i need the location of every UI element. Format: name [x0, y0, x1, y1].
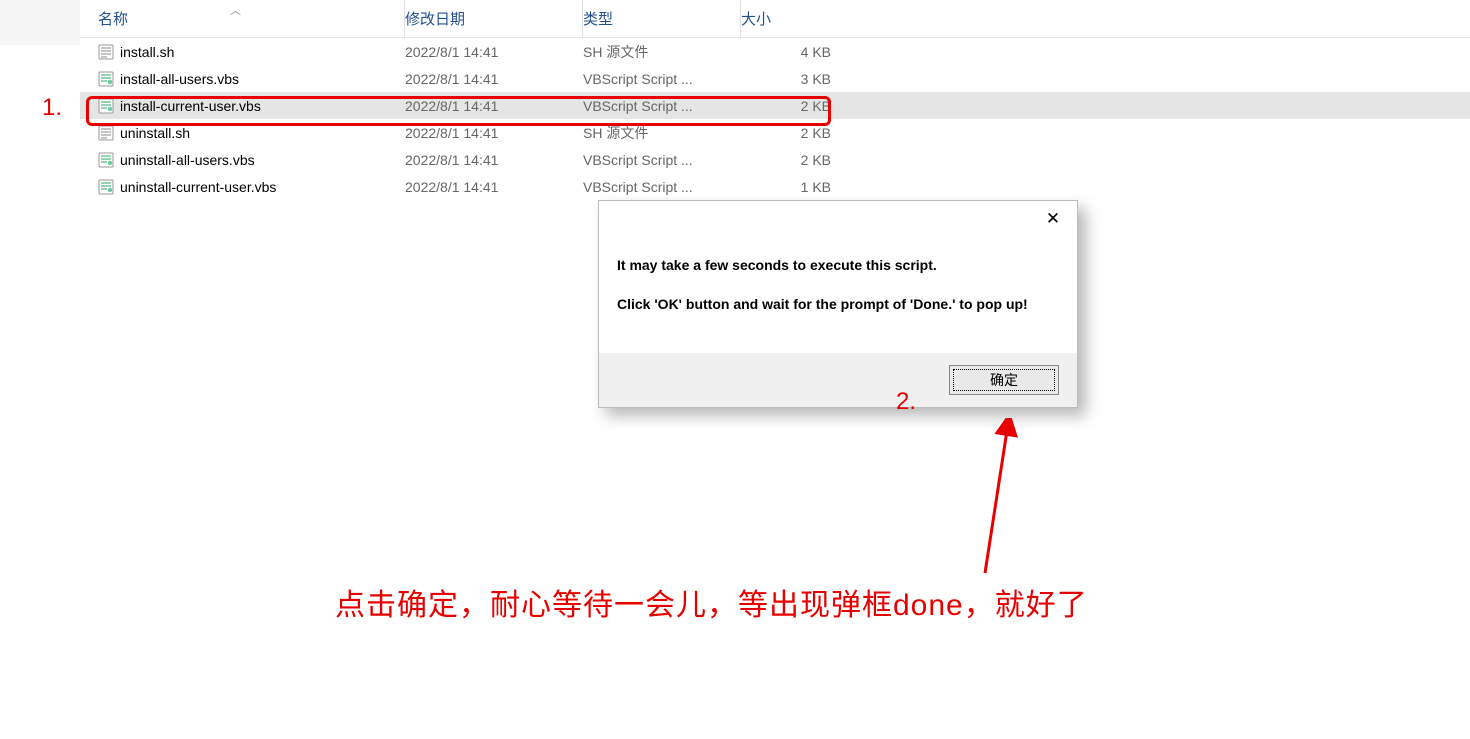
dialog-titlebar: ✕: [599, 201, 1077, 237]
column-header-date-label: 修改日期: [405, 8, 465, 29]
file-size: 1 KB: [741, 179, 841, 195]
sh-file-icon: [98, 44, 114, 60]
sh-file-icon: [98, 125, 114, 141]
vbs-file-icon: [98, 152, 114, 168]
file-explorer: 名称 ︿ 修改日期 类型 大小 install.sh 2022/8/1 14:41…: [80, 0, 1470, 200]
dialog-close-button[interactable]: ✕: [1031, 204, 1075, 234]
annotation-arrow-icon: [970, 418, 1030, 578]
file-name: install.sh: [120, 44, 174, 60]
annotation-label-2: 2.: [896, 388, 916, 416]
dialog-ok-button[interactable]: 确定: [949, 365, 1059, 395]
file-date: 2022/8/1 14:41: [405, 179, 583, 195]
dialog-text-line-2: Click 'OK' button and wait for the promp…: [617, 294, 1059, 315]
file-list: install.sh2022/8/1 14:41SH 源文件4 KBinstal…: [80, 38, 1470, 200]
column-header-name-label: 名称: [98, 8, 128, 29]
file-size: 4 KB: [741, 44, 841, 60]
file-name: install-current-user.vbs: [120, 98, 261, 114]
sort-ascending-icon: ︿: [230, 2, 241, 18]
close-icon: ✕: [1046, 209, 1060, 229]
file-date: 2022/8/1 14:41: [405, 44, 583, 60]
column-header-size[interactable]: 大小: [741, 8, 881, 29]
column-header-size-label: 大小: [741, 11, 771, 28]
file-size: 2 KB: [741, 152, 841, 168]
file-row[interactable]: install-all-users.vbs 2022/8/1 14:41VBScr…: [80, 65, 1470, 92]
file-name: uninstall-all-users.vbs: [120, 152, 255, 168]
file-type: VBScript Script ...: [583, 152, 741, 168]
column-header-type-label: 类型: [583, 8, 613, 29]
file-size: 2 KB: [741, 98, 841, 114]
file-name: install-all-users.vbs: [120, 71, 239, 87]
column-header-type[interactable]: 类型: [583, 0, 741, 37]
annotation-label-1: 1.: [42, 94, 62, 122]
file-type: SH 源文件: [583, 42, 741, 62]
vbs-file-icon: [98, 98, 114, 114]
file-row[interactable]: uninstall.sh 2022/8/1 14:41SH 源文件2 KB: [80, 119, 1470, 146]
vbs-file-icon: [98, 179, 114, 195]
column-header-row: 名称 ︿ 修改日期 类型 大小: [80, 0, 1470, 38]
file-row[interactable]: uninstall-all-users.vbs 2022/8/1 14:41VBS…: [80, 146, 1470, 173]
column-header-name[interactable]: 名称 ︿: [80, 0, 405, 37]
file-name: uninstall.sh: [120, 125, 190, 141]
column-header-date[interactable]: 修改日期: [405, 0, 583, 37]
file-date: 2022/8/1 14:41: [405, 71, 583, 87]
file-date: 2022/8/1 14:41: [405, 98, 583, 114]
script-dialog: ✕ It may take a few seconds to execute t…: [598, 200, 1078, 408]
left-gutter: [0, 0, 80, 45]
file-type: SH 源文件: [583, 123, 741, 143]
file-size: 3 KB: [741, 71, 841, 87]
file-type: VBScript Script ...: [583, 179, 741, 195]
file-size: 2 KB: [741, 125, 841, 141]
annotation-caption: 点击确定，耐心等待一会儿，等出现弹框done，就好了: [335, 580, 1088, 624]
dialog-footer: 确定: [599, 353, 1077, 407]
file-name: uninstall-current-user.vbs: [120, 179, 276, 195]
dialog-body: It may take a few seconds to execute thi…: [599, 237, 1077, 353]
file-date: 2022/8/1 14:41: [405, 152, 583, 168]
file-row[interactable]: install.sh 2022/8/1 14:41SH 源文件4 KB: [80, 38, 1470, 65]
dialog-text-line-1: It may take a few seconds to execute thi…: [617, 255, 1059, 276]
file-type: VBScript Script ...: [583, 71, 741, 87]
file-type: VBScript Script ...: [583, 98, 741, 114]
file-date: 2022/8/1 14:41: [405, 125, 583, 141]
file-row[interactable]: install-current-user.vbs 2022/8/1 14:41VB…: [80, 92, 1470, 119]
file-row[interactable]: uninstall-current-user.vbs 2022/8/1 14:41…: [80, 173, 1470, 200]
vbs-file-icon: [98, 71, 114, 87]
